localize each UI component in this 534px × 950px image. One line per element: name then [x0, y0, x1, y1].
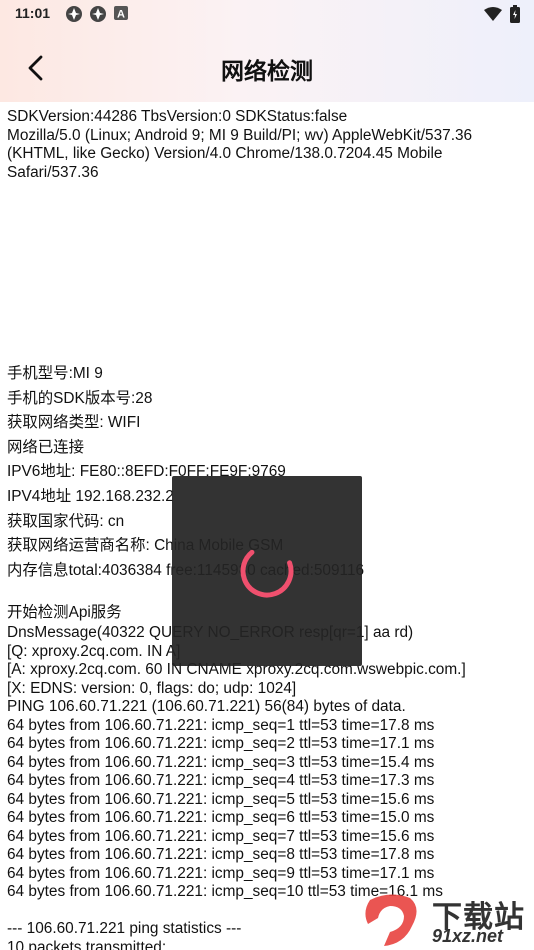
- packets-transmitted-text: 10 packets transmitted;: [7, 938, 167, 950]
- log-line: 64 bytes from 106.60.71.221: icmp_seq=8 …: [7, 846, 435, 863]
- battery-icon: [510, 5, 520, 27]
- sdk-info-section: SDKVersion:44286 TbsVersion:0 SDKStatus:…: [7, 108, 527, 182]
- app-notification-icon: [65, 5, 83, 23]
- watermark-text-bottom: 91xz.net: [432, 926, 504, 946]
- log-line: 64 bytes from 106.60.71.221: icmp_seq=3 …: [7, 753, 435, 771]
- network-status-text: 网络已连接: [7, 438, 84, 456]
- a-box-icon: A: [113, 5, 131, 23]
- log-line: PING 106.60.71.221 (106.60.71.221) 56(84…: [7, 698, 406, 715]
- user-agent-text: Mozilla/5.0 (Linux; Android 9; MI 9 Buil…: [7, 126, 477, 181]
- log-line: 64 bytes from 106.60.71.221: icmp_seq=7 …: [7, 827, 435, 845]
- ping-statistics: --- 106.60.71.221 ping statistics --- 10…: [7, 920, 241, 950]
- status-system-icons: [484, 5, 520, 27]
- app-notification-icon: [89, 5, 107, 23]
- ping-stats-title: --- 106.60.71.221 ping statistics ---: [7, 920, 242, 937]
- status-notification-icons: A: [65, 5, 131, 23]
- watermark-logo-icon: [365, 894, 417, 946]
- log-line: 64 bytes from 106.60.71.221: icmp_seq=9 …: [7, 864, 435, 882]
- network-type-text: 获取网络类型: WIFI: [7, 414, 141, 432]
- sdk-version-text: SDKVersion:44286 TbsVersion:0 SDKStatus:…: [7, 108, 348, 125]
- navigation-bar: 网络检测: [0, 38, 534, 96]
- log-line: 64 bytes from 106.60.71.221: icmp_seq=5 …: [7, 790, 435, 808]
- log-line: 64 bytes from 106.60.71.221: icmp_seq=1 …: [7, 716, 435, 734]
- log-line: 64 bytes from 106.60.71.221: icmp_seq=4 …: [7, 772, 435, 789]
- loading-spinner-icon: [240, 544, 294, 598]
- loading-dialog: [172, 476, 362, 666]
- app-header: 11:01 A 网络检测: [0, 0, 534, 102]
- page-title: 网络检测: [221, 58, 313, 84]
- svg-text:A: A: [117, 9, 125, 21]
- device-sdk-text: 手机的SDK版本号:28: [7, 389, 153, 407]
- site-watermark: 下载站 91xz.net: [360, 888, 534, 950]
- status-bar: 11:01 A: [0, 0, 534, 28]
- device-model-text: 手机型号:MI 9: [7, 365, 103, 382]
- log-line: 64 bytes from 106.60.71.221: icmp_seq=2 …: [7, 735, 435, 752]
- status-time: 11:01: [15, 5, 51, 21]
- wifi-icon: [484, 7, 502, 25]
- log-line: 64 bytes from 106.60.71.221: icmp_seq=6 …: [7, 809, 435, 826]
- log-line: [X: EDNS: version: 0, flags: do; udp: 10…: [7, 679, 297, 697]
